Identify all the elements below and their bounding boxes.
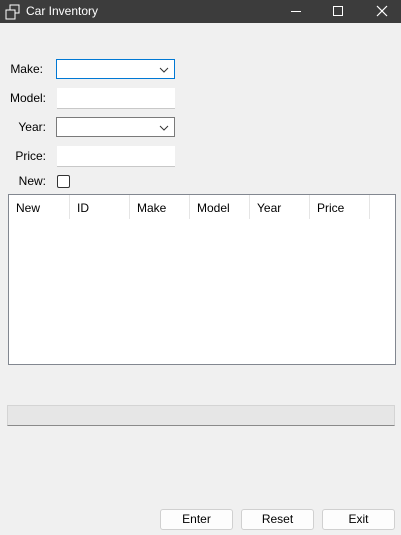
close-icon — [376, 5, 388, 17]
new-checkbox[interactable] — [57, 175, 70, 188]
window-stack-icon — [5, 4, 21, 20]
new-label: New: — [18, 174, 46, 188]
title-bar[interactable]: Car Inventory — [0, 0, 401, 23]
grid-header: New ID Make Model Year Price — [9, 195, 395, 219]
chevron-down-icon — [159, 67, 169, 73]
minimize-button[interactable] — [276, 0, 316, 23]
chevron-down-icon — [159, 125, 169, 131]
make-combo[interactable] — [56, 59, 175, 79]
column-header-id[interactable]: ID — [70, 195, 130, 219]
window-title: Car Inventory — [26, 4, 99, 18]
column-header-new[interactable]: New — [9, 195, 70, 219]
maximize-button[interactable] — [318, 0, 358, 23]
model-input[interactable] — [57, 88, 175, 109]
minimize-icon — [291, 11, 301, 12]
column-header-price[interactable]: Price — [310, 195, 370, 219]
exit-button[interactable]: Exit — [322, 509, 395, 530]
enter-button[interactable]: Enter — [160, 509, 233, 530]
price-input[interactable] — [57, 146, 175, 167]
column-header-year[interactable]: Year — [250, 195, 310, 219]
maximize-icon — [333, 6, 343, 16]
column-header-model[interactable]: Model — [190, 195, 250, 219]
close-button[interactable] — [362, 0, 401, 23]
model-label: Model: — [9, 91, 46, 105]
year-combo[interactable] — [56, 117, 175, 137]
inventory-grid[interactable]: New ID Make Model Year Price — [8, 194, 396, 365]
reset-button[interactable]: Reset — [241, 509, 314, 530]
make-label: Make: — [10, 62, 43, 76]
year-label: Year: — [18, 120, 46, 134]
price-label: Price: — [15, 149, 46, 163]
column-header-make[interactable]: Make — [130, 195, 190, 219]
progress-bar — [7, 405, 395, 426]
